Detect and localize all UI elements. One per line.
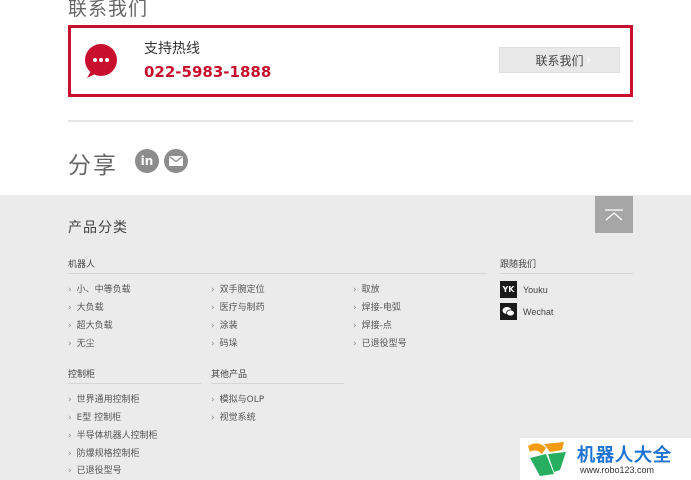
arrow-right-icon: › — [68, 413, 72, 423]
arrow-right-icon: › — [211, 395, 215, 405]
robots-group-heading: 机器人 — [68, 257, 487, 274]
footer-link[interactable]: › 大负载 — [68, 300, 104, 313]
footer-link[interactable]: › 视觉系统 — [211, 410, 256, 423]
wechat-icon — [500, 303, 517, 320]
section-divider — [68, 120, 633, 122]
chevron-right-icon: › — [585, 53, 591, 68]
arrow-right-icon: › — [68, 285, 72, 295]
arrow-right-icon: › — [68, 339, 72, 349]
arrow-right-icon: › — [211, 413, 215, 423]
footer-link[interactable]: › 防爆规格控制柜 — [68, 446, 140, 459]
mail-icon[interactable] — [164, 149, 188, 173]
footer-link[interactable]: › 取放 — [353, 282, 380, 295]
footer-link[interactable]: › 双手腕定位 — [211, 282, 265, 295]
watermark-title: 机器人大全 — [577, 445, 672, 466]
footer-link[interactable]: › 焊接-电弧 — [353, 300, 401, 313]
arrow-right-icon: › — [353, 339, 357, 349]
footer-link[interactable]: › 无尘 — [68, 336, 95, 349]
footer-link[interactable]: › E型 控制柜 — [68, 410, 121, 423]
arrow-right-icon: › — [353, 303, 357, 313]
footer-link[interactable]: › 已退役型号 — [68, 463, 122, 476]
controllers-group-heading: 控制柜 — [68, 367, 201, 384]
others-group-heading: 其他产品 — [211, 367, 344, 384]
arrow-right-icon: › — [68, 466, 72, 476]
arrow-right-icon: › — [353, 285, 357, 295]
back-to-top-button[interactable] — [595, 196, 633, 233]
youku-link[interactable]: YK Youku — [500, 281, 548, 298]
footer-link[interactable]: › 医疗与制药 — [211, 300, 265, 313]
youku-label: Youku — [523, 284, 548, 295]
arrow-right-icon: › — [68, 395, 72, 405]
chat-bubble-icon — [85, 44, 117, 78]
contact-section-title: 联系我们 — [68, 0, 149, 20]
product-category-title: 产品分类 — [68, 220, 128, 236]
share-title: 分享 — [68, 153, 118, 179]
hotline-label: 支持热线 — [144, 41, 200, 57]
arrow-right-icon: › — [68, 449, 72, 459]
arrow-up-icon — [605, 208, 623, 220]
hotline-box: 支持热线 022-5983-1888 联系我们 › — [68, 25, 633, 97]
arrow-right-icon: › — [211, 285, 215, 295]
watermark: 机器人大全 www.robo123.com — [520, 438, 691, 480]
arrow-right-icon: › — [68, 431, 72, 441]
footer-link[interactable]: › 世界通用控制柜 — [68, 392, 140, 405]
robot-logo-icon — [528, 442, 566, 476]
footer-link[interactable]: › 焊接-点 — [353, 318, 392, 331]
footer-link[interactable]: › 模拟与OLP — [211, 392, 264, 405]
contact-us-button[interactable]: 联系我们 › — [499, 47, 620, 73]
contact-us-button-label: 联系我们 — [535, 53, 584, 68]
footer-link[interactable]: › 已退役型号 — [353, 336, 407, 349]
linkedin-icon[interactable]: in — [135, 149, 159, 173]
arrow-right-icon: › — [211, 321, 215, 331]
watermark-url: www.robo123.com — [580, 465, 655, 475]
footer-link[interactable]: › 码垛 — [211, 336, 238, 349]
arrow-right-icon: › — [68, 303, 72, 313]
footer-link[interactable]: › 半导体机器人控制柜 — [68, 428, 158, 441]
footer-link[interactable]: › 超大负载 — [68, 318, 113, 331]
arrow-right-icon: › — [211, 339, 215, 349]
wechat-link[interactable]: Wechat — [500, 303, 553, 320]
linkedin-glyph: in — [140, 154, 154, 168]
arrow-right-icon: › — [211, 303, 215, 313]
youku-icon: YK — [500, 281, 517, 298]
follow-us-heading: 跟随我们 — [500, 257, 633, 274]
arrow-right-icon: › — [353, 321, 357, 331]
envelope-glyph — [169, 156, 183, 166]
footer-link[interactable]: › 小、中等负载 — [68, 282, 131, 295]
footer-link[interactable]: › 涂装 — [211, 318, 238, 331]
hotline-phone[interactable]: 022-5983-1888 — [144, 63, 271, 81]
arrow-right-icon: › — [68, 321, 72, 331]
wechat-label: Wechat — [523, 306, 554, 317]
